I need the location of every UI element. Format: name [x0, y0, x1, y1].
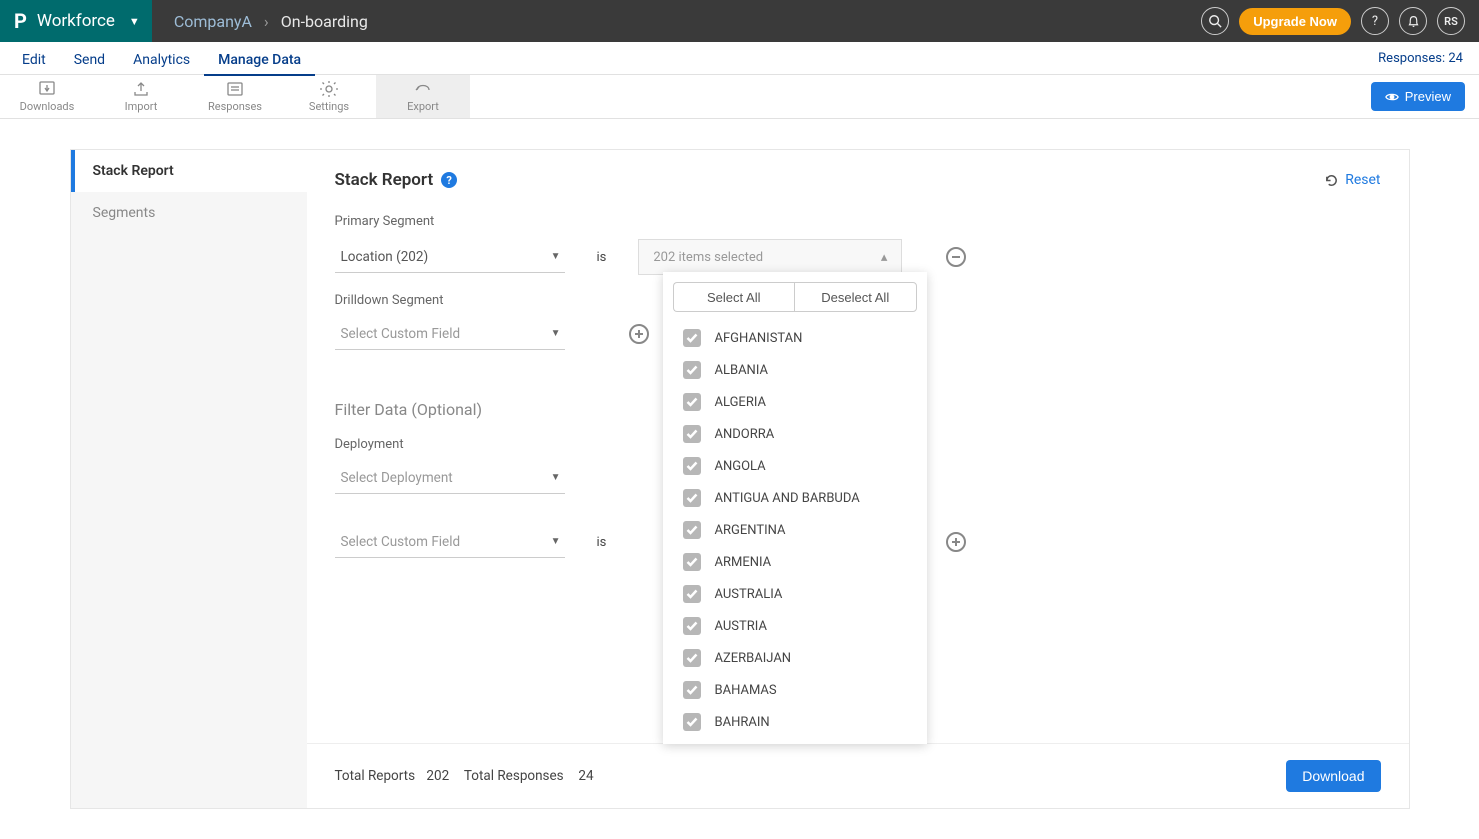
caret-down-icon: ▼ [551, 536, 561, 547]
nav-tab-manage-data[interactable]: Manage Data [204, 46, 315, 76]
help-tooltip-icon[interactable]: ? [441, 172, 457, 188]
nav-tab-send[interactable]: Send [60, 46, 119, 74]
checkbox-checked-icon [683, 329, 701, 347]
dropdown-option[interactable]: ANGOLA [663, 450, 927, 482]
tool-export[interactable]: Export [376, 75, 470, 118]
nav-tab-edit[interactable]: Edit [8, 46, 60, 74]
drilldown-select[interactable]: Select Custom Field ▼ [335, 318, 565, 350]
brand-logo: P [14, 9, 27, 33]
checkbox-checked-icon [683, 713, 701, 731]
checkbox-checked-icon [683, 585, 701, 603]
total-reports-label: Total Reports [335, 768, 416, 784]
caret-down-icon: ▼ [551, 472, 561, 483]
nav-tabs: EditSendAnalyticsManage Data Responses: … [0, 42, 1479, 75]
dropdown-option[interactable]: ALGERIA [663, 386, 927, 418]
custom-field-select[interactable]: Select Custom Field ▼ [335, 526, 565, 558]
toolbar: DownloadsImportResponsesSettingsExport P… [0, 75, 1479, 119]
multiselect-dropdown: Select All Deselect All AFGHANISTANALBAN… [663, 272, 927, 744]
report-panel: Stack ReportSegments Stack Report ? Rese… [70, 149, 1410, 809]
checkbox-checked-icon [683, 489, 701, 507]
dropdown-option[interactable]: ANTIGUA AND BARBUDA [663, 482, 927, 514]
deployment-select[interactable]: Select Deployment ▼ [335, 462, 565, 494]
caret-up-icon: ▴ [881, 250, 888, 265]
operator-is: is [597, 535, 607, 550]
checkbox-checked-icon [683, 649, 701, 667]
help-icon[interactable]: ? [1361, 7, 1389, 35]
search-icon[interactable] [1201, 7, 1229, 35]
report-footer: Total Reports 202 Total Responses 24 Dow… [307, 743, 1409, 808]
dropdown-option[interactable]: ARMENIA [663, 546, 927, 578]
avatar[interactable]: RS [1437, 7, 1465, 35]
tool-import[interactable]: Import [94, 75, 188, 118]
dropdown-option[interactable]: BAHAMAS [663, 674, 927, 706]
checkbox-checked-icon [683, 457, 701, 475]
total-responses-label: Total Responses [464, 768, 564, 784]
checkbox-checked-icon [683, 361, 701, 379]
checkbox-checked-icon [683, 521, 701, 539]
reset-button[interactable]: Reset [1324, 172, 1380, 188]
sidebar-item-segments[interactable]: Segments [71, 192, 307, 234]
breadcrumb-page: On-boarding [281, 12, 368, 31]
report-sidebar: Stack ReportSegments [71, 150, 307, 808]
checkbox-checked-icon [683, 393, 701, 411]
topbar-actions: Upgrade Now ? RS [1201, 7, 1479, 35]
tool-downloads[interactable]: Downloads [0, 75, 94, 118]
dropdown-option[interactable]: AUSTRALIA [663, 578, 927, 610]
add-filter-icon[interactable] [946, 532, 966, 552]
notifications-icon[interactable] [1399, 7, 1427, 35]
product-name: Workforce [37, 11, 115, 31]
checkbox-checked-icon [683, 617, 701, 635]
dropdown-option[interactable]: AZERBAIJAN [663, 642, 927, 674]
dropdown-option[interactable]: ARGENTINA [663, 514, 927, 546]
dropdown-option[interactable]: ANDORRA [663, 418, 927, 450]
total-responses-value: 24 [578, 768, 593, 784]
brand-selector[interactable]: P Workforce ▼ [0, 0, 152, 42]
dropdown-option[interactable]: BAHRAIN [663, 706, 927, 738]
dropdown-option[interactable]: ALBANIA [663, 354, 927, 386]
report-main: Stack Report ? Reset Primary Segment Loc… [307, 150, 1409, 808]
tool-settings[interactable]: Settings [282, 75, 376, 118]
caret-down-icon: ▼ [129, 15, 140, 28]
checkbox-checked-icon [683, 425, 701, 443]
primary-segment-select[interactable]: Location (202) ▼ [335, 241, 565, 273]
checkbox-checked-icon [683, 681, 701, 699]
select-all-button[interactable]: Select All [673, 282, 795, 312]
responses-count: Responses: 24 [1378, 51, 1471, 66]
dropdown-option[interactable]: AFGHANISTAN [663, 322, 927, 354]
nav-tab-analytics[interactable]: Analytics [119, 46, 204, 74]
tool-responses[interactable]: Responses [188, 75, 282, 118]
primary-values-multiselect[interactable]: 202 items selected ▴ [638, 239, 902, 275]
caret-down-icon: ▼ [551, 328, 561, 339]
operator-is: is [597, 250, 607, 265]
preview-button[interactable]: Preview [1371, 82, 1465, 111]
download-button[interactable]: Download [1286, 760, 1380, 792]
breadcrumb-sep: › [264, 12, 269, 31]
topbar: P Workforce ▼ CompanyA › On-boarding Upg… [0, 0, 1479, 42]
total-reports-value: 202 [426, 768, 449, 784]
checkbox-checked-icon [683, 553, 701, 571]
caret-down-icon: ▼ [551, 251, 561, 262]
add-drilldown-icon[interactable] [629, 324, 649, 344]
remove-segment-icon[interactable] [946, 247, 966, 267]
primary-segment-label: Primary Segment [335, 214, 1381, 229]
breadcrumb: CompanyA › On-boarding [152, 12, 1201, 31]
sidebar-item-stack-report[interactable]: Stack Report [71, 150, 307, 192]
page-title: Stack Report ? [335, 170, 458, 190]
upgrade-button[interactable]: Upgrade Now [1239, 8, 1351, 35]
breadcrumb-company[interactable]: CompanyA [174, 12, 252, 31]
deselect-all-button[interactable]: Deselect All [794, 282, 917, 312]
dropdown-option[interactable]: AUSTRIA [663, 610, 927, 642]
